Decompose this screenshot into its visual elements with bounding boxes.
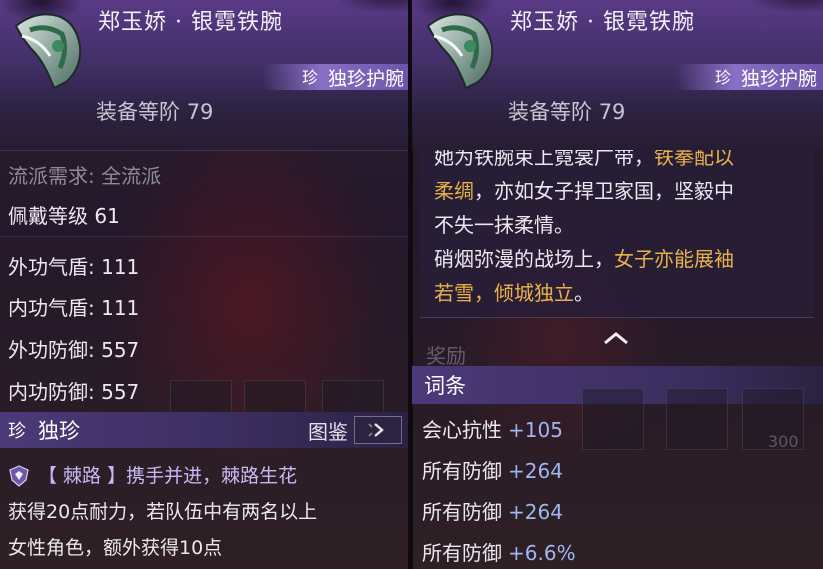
item-tooltip-left: 郑玉娇 · 银霓铁腕 珍 独珍护腕 装备等阶 79 流派需求: 全流派 佩戴等级… [0, 0, 410, 569]
item-level: 装备等阶 79 [508, 96, 625, 126]
level-label: 装备等阶 [508, 100, 592, 124]
rarity-tag: 珍 独珍护腕 [674, 64, 823, 90]
stat-row: 外功气盾: 111 [8, 255, 140, 279]
attribute-name: 会心抗性 [422, 418, 502, 442]
item-name: 郑玉娇 · 银霓铁腕 [510, 10, 695, 35]
attribute-row: 所有防御 +264 [422, 496, 563, 525]
item-name: 郑玉娇 · 银霓铁腕 [98, 10, 283, 35]
lore-line: 她为铁腕束上霓裳广带，铁拳配以 [434, 150, 800, 174]
lore-text-segment: 硝烟弥漫的战场上， [434, 247, 614, 271]
item-level: 装备等阶 79 [96, 96, 213, 126]
codex-arrow-button[interactable] [354, 416, 402, 444]
item-header: 郑玉娇 · 银霓铁腕 珍 独珍护腕 装备等阶 79 [0, 0, 410, 150]
reward-label: 奖励 [426, 344, 466, 368]
lore-line: 柔绸，亦如女子捍卫家国，坚毅中 [434, 174, 800, 208]
lore-line: 硝烟弥漫的战场上，女子亦能展袖 [434, 242, 800, 276]
unique-section-header: 珍 独珍 图鉴 [0, 412, 410, 448]
divider-line [0, 236, 410, 237]
lore-text-segment: 。 [574, 281, 594, 305]
attribute-name: 所有防御 [422, 500, 502, 524]
skill-name: 【 棘路 】携手并进，棘路生花 [38, 465, 298, 487]
lore-highlight: 若雪，倾城独立 [434, 281, 574, 305]
attribute-value: +264 [508, 500, 563, 524]
skill-block: 【 棘路 】携手并进，棘路生花 获得20点耐力，若队伍中有两名以上 女性角色，额… [0, 458, 410, 566]
codex-label: 图鉴 [308, 419, 348, 444]
lore-highlight: 女子亦能展袖 [614, 247, 734, 271]
level-value: 79 [598, 100, 626, 124]
lore-text-segment: ，亦如女子捍卫家国，坚毅中 [474, 179, 734, 203]
lore-highlight: 铁拳配以 [654, 150, 734, 169]
terms-title: 词条 [424, 374, 466, 398]
lore-line: 若雪，倾城独立。 [434, 276, 800, 310]
collapse-chevron-icon[interactable] [602, 330, 630, 346]
shield-icon [9, 465, 29, 487]
attribute-row: 所有防御 +264 [422, 455, 563, 484]
attribute-value: +105 [508, 418, 563, 442]
stat-row: 外功防御: 557 [8, 338, 140, 362]
attribute-value: +264 [508, 459, 563, 483]
wear-level: 佩戴等级 61 [8, 204, 120, 228]
rarity-gem-icon: 珍 [715, 68, 731, 87]
ghost-slot [666, 388, 728, 450]
unique-gem-icon: 珍 [8, 421, 26, 441]
ghost-count: 300 [768, 432, 799, 451]
item-header: 郑玉娇 · 银霓铁腕 珍 独珍护腕 装备等阶 79 [412, 0, 823, 150]
rarity-label: 独珍护腕 [327, 67, 404, 90]
svg-text:珍: 珍 [8, 421, 26, 441]
lore-text: 她为铁腕束上霓裳广带，铁拳配以 柔绸，亦如女子捍卫家国，坚毅中 不失一抹柔情。 … [420, 150, 814, 312]
attribute-name: 所有防御 [422, 541, 502, 565]
rarity-label: 独珍护腕 [740, 67, 817, 90]
stat-row: 内功气盾: 111 [8, 296, 140, 320]
school-requirement: 流派需求: 全流派 [8, 164, 162, 188]
lore-scroll-box[interactable]: 她为铁腕束上霓裳广带，铁拳配以 柔绸，亦如女子捍卫家国，坚毅中 不失一抹柔情。 … [420, 150, 814, 318]
lore-line: 不失一抹柔情。 [434, 213, 574, 237]
divider-line [0, 150, 410, 151]
bracer-icon [14, 13, 82, 90]
attribute-row: 会心抗性 +105 [422, 414, 563, 443]
skill-desc-line: 女性角色，额外获得10点 [8, 537, 223, 559]
attribute-value: +6.6% [508, 541, 576, 565]
arrow-right-icon [368, 423, 384, 437]
bracer-icon [426, 13, 494, 90]
attribute-name: 所有防御 [422, 459, 502, 483]
skill-title: 【 棘路 】携手并进，棘路生花 [8, 458, 402, 494]
rarity-tag: 珍 独珍护腕 [261, 64, 410, 90]
lore-text-segment: 她为铁腕束上霓裳广带， [434, 150, 654, 169]
section-title: 独珍 [38, 419, 80, 443]
svg-text:珍: 珍 [302, 68, 318, 87]
ghost-slot [582, 388, 644, 450]
lore-highlight: 柔绸 [434, 179, 474, 203]
item-tooltip-right: 郑玉娇 · 银霓铁腕 珍 独珍护腕 装备等阶 79 她为铁腕束上霓裳广带，铁拳配… [412, 0, 823, 569]
attribute-row: 所有防御 +6.6% [422, 537, 576, 566]
level-value: 79 [186, 100, 214, 124]
codex-link[interactable]: 图鉴 [308, 416, 402, 445]
rarity-gem-icon: 珍 [302, 68, 318, 87]
level-label: 装备等阶 [96, 100, 180, 124]
skill-desc-line: 获得20点耐力，若队伍中有两名以上 [8, 501, 318, 523]
svg-text:珍: 珍 [715, 68, 731, 87]
